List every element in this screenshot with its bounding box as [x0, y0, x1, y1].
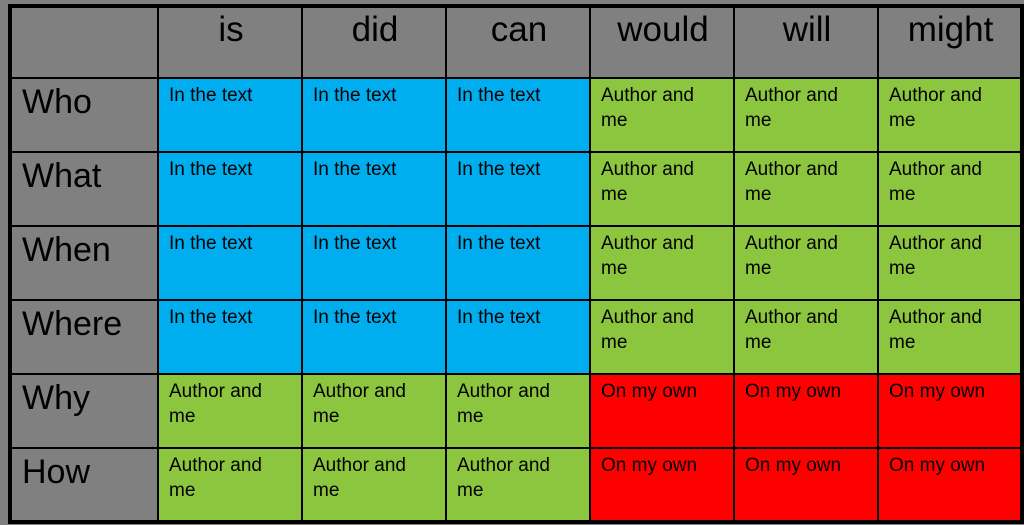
table-row: Where In the text In the text In the tex… — [9, 299, 1023, 375]
column-header-is: is — [157, 5, 303, 79]
row-header-when: When — [9, 225, 159, 301]
question-answer-relationship-table: is did can would will might Who In the t… — [8, 4, 1024, 524]
column-header-might: might — [877, 5, 1023, 79]
row-header-where: Where — [9, 299, 159, 375]
cell-who-can: In the text — [445, 77, 591, 153]
cell-how-will: On my own — [733, 447, 879, 523]
cell-how-did: Author and me — [301, 447, 447, 523]
cell-how-is: Author and me — [157, 447, 303, 523]
cell-why-is: Author and me — [157, 373, 303, 449]
cell-where-will: Author and me — [733, 299, 879, 375]
cell-what-is: In the text — [157, 151, 303, 227]
cell-how-might: On my own — [877, 447, 1023, 523]
cell-where-did: In the text — [301, 299, 447, 375]
cell-who-did: In the text — [301, 77, 447, 153]
cell-when-would: Author and me — [589, 225, 735, 301]
cell-when-is: In the text — [157, 225, 303, 301]
cell-what-might: Author and me — [877, 151, 1023, 227]
table-row: When In the text In the text In the text… — [9, 225, 1023, 301]
cell-where-can: In the text — [445, 299, 591, 375]
column-header-will: will — [733, 5, 879, 79]
qar-matrix-canvas: is did can would will might Who In the t… — [0, 0, 1024, 525]
column-header-row: is did can would will might — [9, 5, 1023, 79]
cell-when-will: Author and me — [733, 225, 879, 301]
cell-what-will: Author and me — [733, 151, 879, 227]
column-header-did: did — [301, 5, 447, 79]
cell-when-can: In the text — [445, 225, 591, 301]
table-row: What In the text In the text In the text… — [9, 151, 1023, 227]
cell-why-can: Author and me — [445, 373, 591, 449]
table-row: Why Author and me Author and me Author a… — [9, 373, 1023, 449]
table-body: Who In the text In the text In the text … — [9, 77, 1023, 523]
cell-how-would: On my own — [589, 447, 735, 523]
row-header-what: What — [9, 151, 159, 227]
cell-why-would: On my own — [589, 373, 735, 449]
cell-why-will: On my own — [733, 373, 879, 449]
cell-where-is: In the text — [157, 299, 303, 375]
cell-what-can: In the text — [445, 151, 591, 227]
table-row: How Author and me Author and me Author a… — [9, 447, 1023, 523]
cell-why-did: Author and me — [301, 373, 447, 449]
cell-how-can: Author and me — [445, 447, 591, 523]
cell-where-might: Author and me — [877, 299, 1023, 375]
cell-who-would: Author and me — [589, 77, 735, 153]
cell-who-is: In the text — [157, 77, 303, 153]
cell-what-would: Author and me — [589, 151, 735, 227]
cell-why-might: On my own — [877, 373, 1023, 449]
column-header-can: can — [445, 5, 591, 79]
row-header-who: Who — [9, 77, 159, 153]
cell-when-might: Author and me — [877, 225, 1023, 301]
cell-when-did: In the text — [301, 225, 447, 301]
row-header-why: Why — [9, 373, 159, 449]
cell-what-did: In the text — [301, 151, 447, 227]
corner-cell — [9, 5, 159, 79]
cell-who-will: Author and me — [733, 77, 879, 153]
cell-where-would: Author and me — [589, 299, 735, 375]
cell-who-might: Author and me — [877, 77, 1023, 153]
column-header-would: would — [589, 5, 735, 79]
table-head: is did can would will might — [9, 5, 1023, 79]
table-row: Who In the text In the text In the text … — [9, 77, 1023, 153]
row-header-how: How — [9, 447, 159, 523]
